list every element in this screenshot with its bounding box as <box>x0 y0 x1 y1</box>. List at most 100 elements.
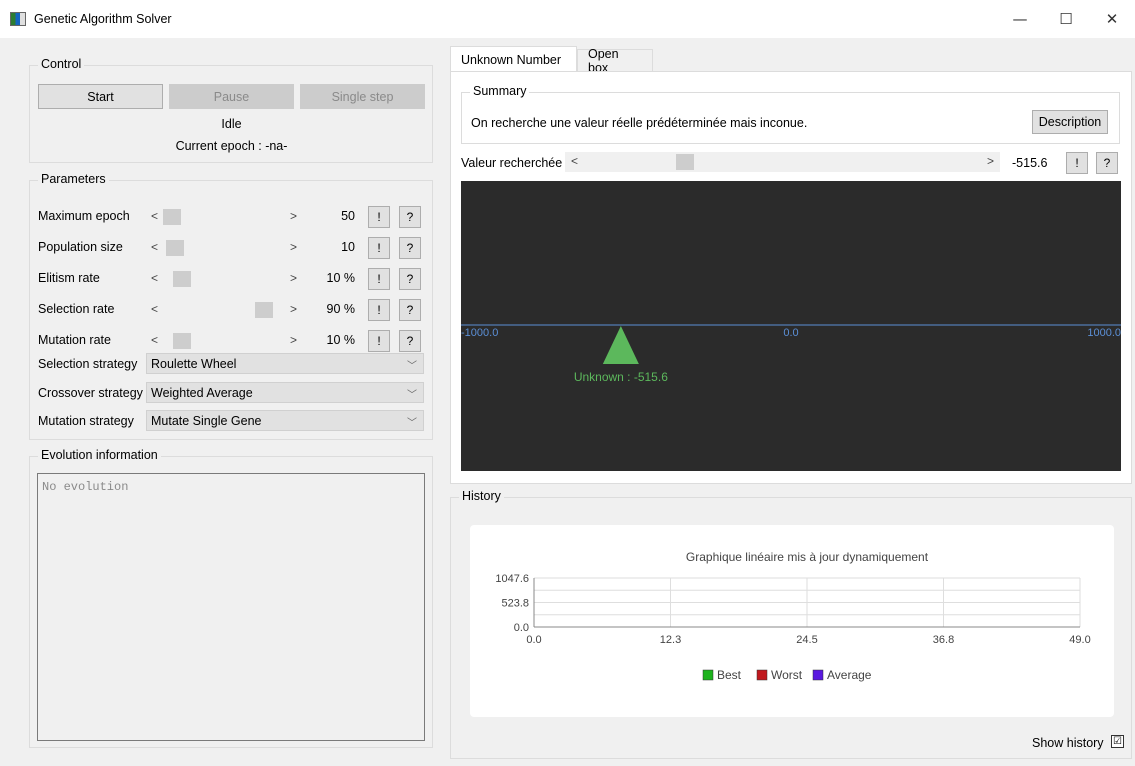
selection-strategy-label: Selection strategy <box>38 357 138 371</box>
selection-rate-value: 90 % <box>326 302 356 316</box>
crossover-strategy-value: Weighted Average <box>151 385 253 400</box>
unknown-marker-triangle <box>602 326 639 364</box>
chevron-right-icon[interactable]: > <box>290 333 297 347</box>
chevron-left-icon[interactable]: < <box>571 154 578 168</box>
mutation-strategy-select[interactable]: Mutate Single Gene ﹀ <box>146 410 424 431</box>
evolution-log[interactable]: No evolution <box>37 473 425 741</box>
slider-thumb[interactable] <box>163 209 181 225</box>
show-history-checkbox[interactable]: ☑ <box>1111 735 1124 748</box>
close-button[interactable]: ✕ <box>1089 0 1135 38</box>
maximum-epoch-label: Maximum epoch <box>38 209 130 223</box>
slider-thumb[interactable] <box>173 271 192 287</box>
pause-button[interactable]: Pause <box>169 84 294 109</box>
slider-thumb[interactable] <box>676 154 695 170</box>
slider-track[interactable] <box>163 331 283 351</box>
minimize-button[interactable]: — <box>997 0 1043 38</box>
app-icon <box>10 12 26 26</box>
chevron-left-icon[interactable]: < <box>151 302 158 316</box>
evolution-group-label: Evolution information <box>38 448 161 462</box>
chevron-right-icon[interactable]: > <box>987 154 994 168</box>
single-step-button[interactable]: Single step <box>300 84 425 109</box>
elitism-rate-slider[interactable]: < > <box>147 269 305 289</box>
maximum-epoch-help-button[interactable]: ? <box>399 206 421 228</box>
summary-text: On recherche une valeur réelle prédéterm… <box>471 116 808 130</box>
legend-label: Best <box>717 668 742 682</box>
chevron-down-icon: ﹀ <box>407 361 417 372</box>
title-bar: Genetic Algorithm Solver — ☐ ✕ <box>0 0 1135 38</box>
chart-y-tick-label: 523.8 <box>501 598 529 610</box>
window-title: Genetic Algorithm Solver <box>34 12 172 26</box>
maximum-epoch-value: 50 <box>341 209 355 223</box>
parameters-group-label: Parameters <box>38 172 109 186</box>
summary-group-label: Summary <box>470 84 530 98</box>
chart-x-tick-label: 12.3 <box>660 634 681 646</box>
chevron-down-icon: ﹀ <box>407 418 417 429</box>
slider-thumb[interactable] <box>254 302 273 318</box>
chart-x-tick-label: 49.0 <box>1069 634 1090 646</box>
chart-y-tick-label: 1047.6 <box>495 573 529 585</box>
maximum-epoch-slider[interactable]: < > <box>147 207 305 227</box>
legend-swatch <box>812 669 824 681</box>
selection-rate-slider[interactable]: < > <box>147 300 305 320</box>
legend-swatch <box>702 669 714 681</box>
population-size-help-button[interactable]: ? <box>399 237 421 259</box>
maximum-epoch-bang-button[interactable]: ! <box>368 206 390 228</box>
selection-rate-label: Selection rate <box>38 302 115 316</box>
chevron-left-icon[interactable]: < <box>151 240 158 254</box>
history-chart-card: Graphique linéaire mis à jour dynamiquem… <box>470 525 1114 717</box>
mutation-rate-bang-button[interactable]: ! <box>368 330 390 352</box>
slider-thumb[interactable] <box>166 240 185 256</box>
description-button[interactable]: Description <box>1032 110 1108 134</box>
elitism-rate-bang-button[interactable]: ! <box>368 268 390 290</box>
history-group-label: History <box>459 489 504 503</box>
legend-label: Average <box>827 668 872 682</box>
population-size-value: 10 <box>341 240 355 254</box>
target-help-button[interactable]: ? <box>1096 152 1118 174</box>
slider-track[interactable] <box>163 269 283 289</box>
slider-track[interactable] <box>163 238 283 258</box>
axis-min-label: -1000.0 <box>461 327 498 339</box>
mutation-rate-help-button[interactable]: ? <box>399 330 421 352</box>
mutation-rate-slider[interactable]: < > <box>147 331 305 351</box>
target-slider[interactable]: < > <box>565 152 1000 172</box>
slider-thumb[interactable] <box>173 333 192 349</box>
legend-swatch <box>756 669 768 681</box>
chevron-down-icon: ﹀ <box>407 390 417 401</box>
elitism-rate-value: 10 % <box>326 271 356 285</box>
chevron-right-icon[interactable]: > <box>290 240 297 254</box>
legend-label: Worst <box>771 668 803 682</box>
selection-rate-bang-button[interactable]: ! <box>368 299 390 321</box>
number-line-svg: -1000.0 0.0 1000.0 Unknown : -515.6 <box>461 324 1121 384</box>
target-label: Valeur recherchée <box>461 156 563 170</box>
chart-y-tick-label: 0.0 <box>514 622 529 634</box>
chevron-right-icon[interactable]: > <box>290 271 297 285</box>
control-group-label: Control <box>38 57 85 71</box>
maximize-button[interactable]: ☐ <box>1043 0 1089 38</box>
population-size-label: Population size <box>38 240 123 254</box>
chevron-left-icon[interactable]: < <box>151 333 158 347</box>
chart-x-tick-label: 0.0 <box>526 634 541 646</box>
chevron-left-icon[interactable]: < <box>151 271 158 285</box>
crossover-strategy-select[interactable]: Weighted Average ﹀ <box>146 382 424 403</box>
status-text: Idle <box>221 117 242 131</box>
chart-x-tick-label: 24.5 <box>796 634 817 646</box>
slider-track[interactable] <box>163 300 283 320</box>
elitism-rate-help-button[interactable]: ? <box>399 268 421 290</box>
tab-open-box[interactable]: Open box <box>577 47 653 75</box>
history-chart: Graphique linéaire mis à jour dynamiquem… <box>495 550 1090 682</box>
unknown-marker-label: Unknown : -515.6 <box>574 370 668 384</box>
chevron-right-icon[interactable]: > <box>290 302 297 316</box>
tab-unknown-number[interactable]: Unknown Number <box>450 46 577 73</box>
mutation-strategy-value: Mutate Single Gene <box>151 413 262 428</box>
selection-rate-help-button[interactable]: ? <box>399 299 421 321</box>
population-size-slider[interactable]: < > <box>147 238 305 258</box>
target-value: -515.6 <box>1012 156 1048 170</box>
chevron-right-icon[interactable]: > <box>290 209 297 223</box>
current-epoch-text: Current epoch : -na- <box>175 139 288 153</box>
population-size-bang-button[interactable]: ! <box>368 237 390 259</box>
slider-track[interactable] <box>163 207 283 227</box>
start-button[interactable]: Start <box>38 84 163 109</box>
selection-strategy-select[interactable]: Roulette Wheel ﹀ <box>146 353 424 374</box>
target-bang-button[interactable]: ! <box>1066 152 1088 174</box>
chevron-left-icon[interactable]: < <box>151 209 158 223</box>
